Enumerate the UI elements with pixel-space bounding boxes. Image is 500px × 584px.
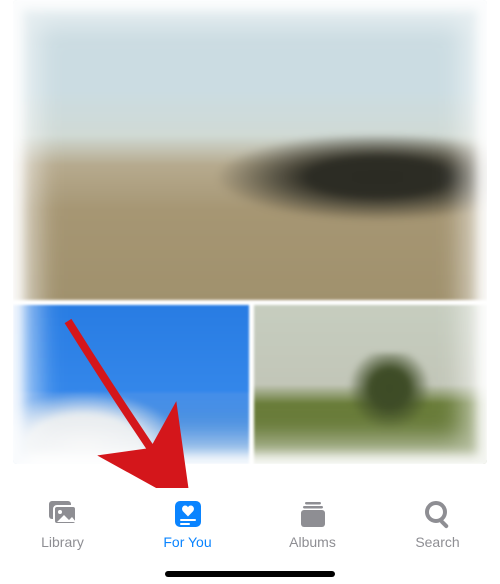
featured-memory-photo[interactable] [13,0,487,300]
search-icon [420,498,456,530]
tab-for-you-label: For You [163,534,211,550]
memory-thumbnail-2[interactable] [254,305,487,464]
photos-app-screen: Library For You Albums Sea [0,0,500,584]
memory-thumbnail-1[interactable] [13,305,249,464]
library-icon [45,498,81,530]
bottom-tab-bar: Library For You Albums Sea [0,488,500,584]
tab-search[interactable]: Search [383,498,493,550]
tab-library-label: Library [41,534,84,550]
home-indicator[interactable] [165,571,335,577]
tab-for-you[interactable]: For You [133,498,243,550]
tab-search-label: Search [415,534,459,550]
for-you-icon [170,498,206,530]
photo-grid [13,0,487,464]
albums-icon [295,498,331,530]
tab-albums[interactable]: Albums [258,498,368,550]
tab-library[interactable]: Library [8,498,118,550]
tab-albums-label: Albums [289,534,336,550]
